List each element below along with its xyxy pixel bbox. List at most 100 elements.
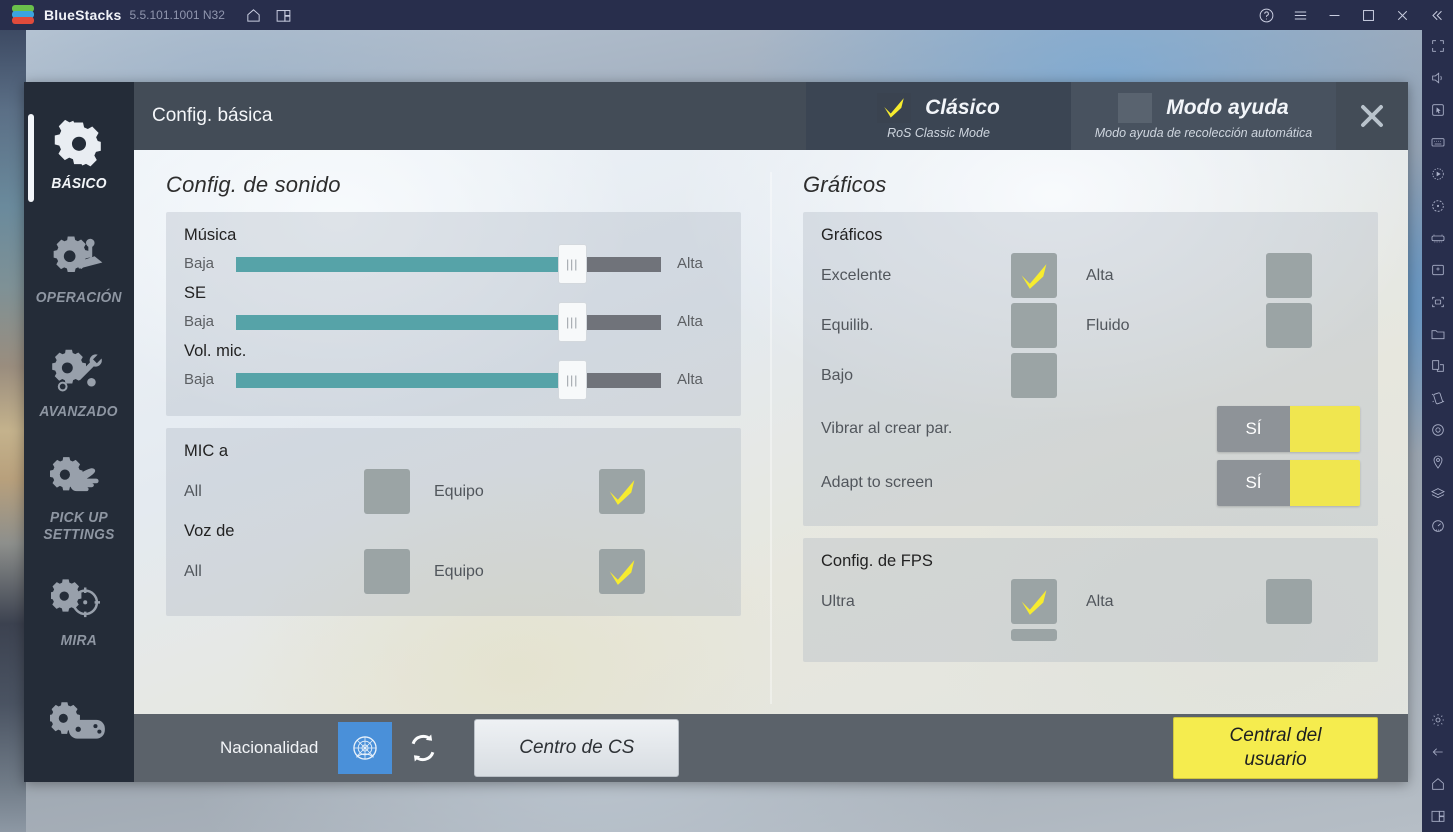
gear-gamepad-icon: [50, 695, 108, 751]
sidebar-item-mira[interactable]: MIRA: [24, 553, 134, 667]
refresh-button[interactable]: [398, 722, 448, 774]
recents-icon[interactable]: [1422, 800, 1453, 832]
cursor-icon[interactable]: [1422, 94, 1453, 126]
graphics-quality-card: Gráficos Excelente Alta Equilib. Fluido …: [803, 212, 1378, 526]
vibrar-toggle-state: SÍ: [1217, 406, 1290, 452]
equilib-label: Equilib.: [821, 316, 874, 334]
macro-icon[interactable]: [1422, 158, 1453, 190]
performance-icon[interactable]: [1422, 510, 1453, 542]
sound-column: Config. de sonido Música Baja ||| Alta S…: [134, 150, 771, 714]
mic-a-all-label: All: [184, 482, 202, 500]
user-btn-line1: Central del: [1229, 725, 1322, 746]
tab-clasico[interactable]: Clásico RoS Classic Mode: [806, 82, 1071, 150]
gear-crosshair-icon: [51, 572, 107, 628]
rotate-icon[interactable]: [1422, 190, 1453, 222]
volmic-slider[interactable]: |||: [236, 360, 661, 400]
mic-a-equipo-checkbox[interactable]: [599, 469, 645, 514]
volmic-label: Vol. mic.: [184, 342, 247, 360]
vibrar-toggle-knob: [1290, 406, 1360, 452]
layers-icon[interactable]: [1422, 478, 1453, 510]
bajo-checkbox[interactable]: [1011, 353, 1057, 398]
mic-a-title: MIC a: [184, 442, 229, 460]
bluestacks-window: BlueStacks 5.5.101.1001 N32 BÁSICO OPERA…: [0, 0, 1453, 832]
clasico-subtitle: RoS Classic Mode: [887, 125, 990, 140]
sidebar-item-label: BÁSICO: [51, 174, 107, 192]
volume-icon[interactable]: [1422, 62, 1453, 94]
volmic-slider-row: Baja ||| Alta: [184, 360, 723, 400]
graphics-column: Gráficos Gráficos Excelente Alta Equilib…: [771, 150, 1408, 714]
close-icon[interactable]: [1385, 0, 1419, 30]
musica-min-label: Baja: [184, 255, 215, 272]
location-icon[interactable]: [1422, 446, 1453, 478]
shake-icon[interactable]: [1422, 382, 1453, 414]
fullscreen-icon[interactable]: [1422, 30, 1453, 62]
vibrar-toggle[interactable]: SÍ: [1217, 406, 1360, 452]
equilib-checkbox[interactable]: [1011, 303, 1057, 348]
fluido-checkbox[interactable]: [1266, 303, 1312, 348]
clasico-checkbox[interactable]: [877, 92, 912, 123]
maximize-icon[interactable]: [1351, 0, 1385, 30]
un-flag-icon[interactable]: [338, 722, 393, 774]
mic-a-all-checkbox[interactable]: [364, 469, 410, 514]
excelente-checkbox[interactable]: [1011, 253, 1057, 298]
musica-max-label: Alta: [677, 255, 703, 272]
sidebar-item-controls[interactable]: [24, 668, 134, 782]
ultra-checkbox[interactable]: [1011, 579, 1057, 624]
tab-modo-ayuda[interactable]: Modo ayuda Modo ayuda de recolección aut…: [1071, 82, 1336, 150]
collapse-icon[interactable]: [1419, 0, 1453, 30]
adapt-screen-row: Adapt to screen SÍ: [821, 460, 1360, 506]
check-icon: [1021, 590, 1047, 615]
bajo-label: Bajo: [821, 366, 854, 384]
menu-icon[interactable]: [1283, 0, 1317, 30]
home-icon[interactable]: [239, 0, 269, 30]
se-slider[interactable]: |||: [236, 302, 661, 342]
modal-header: Config. básica Clásico RoS Classic Mode: [134, 82, 1408, 150]
install-apk-icon[interactable]: [1422, 254, 1453, 286]
fps-extra-checkbox[interactable]: [1011, 629, 1057, 641]
multi-instance-icon[interactable]: [269, 0, 299, 30]
gamepad-icon[interactable]: [1422, 222, 1453, 254]
close-modal-button[interactable]: [1336, 82, 1408, 150]
graphics-row-bajo: Bajo: [821, 353, 1360, 398]
se-slider-handle[interactable]: |||: [557, 302, 587, 342]
central-del-usuario-button[interactable]: Central del usuario: [1173, 717, 1378, 779]
help-icon[interactable]: [1249, 0, 1283, 30]
fps-alta-checkbox[interactable]: [1266, 579, 1312, 624]
centro-de-cs-button[interactable]: Centro de CS: [474, 719, 680, 777]
alta-checkbox[interactable]: [1266, 253, 1312, 298]
sidebar-item-operacion[interactable]: OPERACIÓN: [24, 210, 134, 324]
home-icon[interactable]: [1422, 768, 1453, 800]
musica-slider[interactable]: |||: [236, 244, 661, 284]
sidebar-item-label: PICK UP SETTINGS: [43, 509, 115, 544]
adapt-screen-toggle-knob: [1290, 460, 1360, 506]
se-min-label: Baja: [184, 313, 215, 330]
keyboard-icon[interactable]: [1422, 126, 1453, 158]
fps-card: Config. de FPS Ultra Alta: [803, 538, 1378, 662]
gear-icon: [53, 115, 105, 171]
musica-slider-handle[interactable]: |||: [557, 244, 587, 284]
voz-de-equipo-checkbox[interactable]: [599, 549, 645, 594]
minimize-icon[interactable]: [1317, 0, 1351, 30]
sidebar-item-basico[interactable]: BÁSICO: [24, 96, 134, 210]
user-btn-line2: usuario: [1244, 749, 1307, 770]
back-icon[interactable]: [1422, 736, 1453, 768]
graphics-card-title: Gráficos: [821, 226, 883, 244]
refresh-icon: [411, 734, 435, 762]
sidebar-item-avanzado[interactable]: AVANZADO: [24, 325, 134, 439]
modal-content: Config. de sonido Música Baja ||| Alta S…: [134, 150, 1408, 714]
screenshot-icon[interactable]: [1422, 286, 1453, 318]
folder-icon[interactable]: [1422, 318, 1453, 350]
musica-label: Música: [184, 226, 237, 244]
record-icon[interactable]: [1422, 414, 1453, 446]
voz-de-all-checkbox[interactable]: [364, 549, 410, 594]
adapt-screen-toggle[interactable]: SÍ: [1217, 460, 1360, 506]
modo-ayuda-checkbox[interactable]: [1118, 92, 1153, 123]
se-slider-row: Baja ||| Alta: [184, 302, 723, 342]
volmic-min-label: Baja: [184, 371, 215, 388]
settings-icon[interactable]: [1422, 704, 1453, 736]
alta-label: Alta: [1086, 266, 1114, 284]
gear-wrench-icon: [51, 343, 107, 399]
sidebar-item-pickup-settings[interactable]: PICK UP SETTINGS: [24, 439, 134, 553]
volmic-slider-handle[interactable]: |||: [557, 360, 587, 400]
multi-instance-icon[interactable]: [1422, 350, 1453, 382]
